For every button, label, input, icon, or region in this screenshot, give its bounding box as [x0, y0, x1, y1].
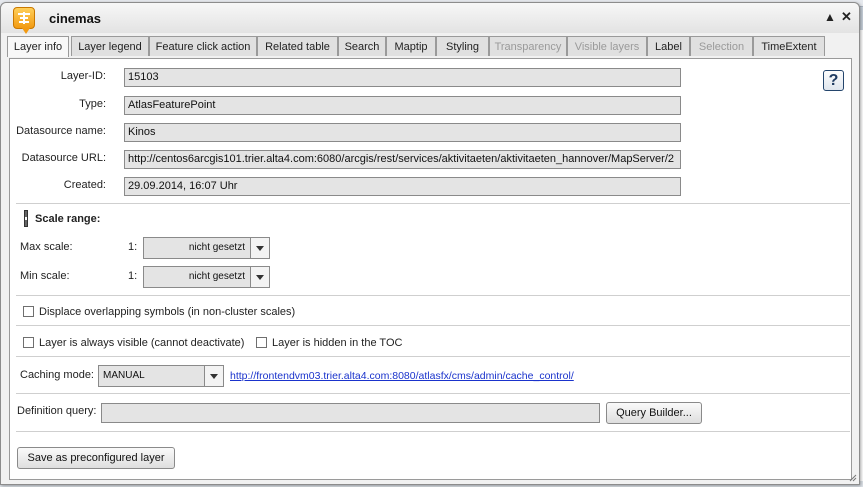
always-visible-checkbox[interactable] [23, 337, 34, 348]
datasource-name-field: Kinos [124, 123, 681, 142]
min-scale-label: Min scale: [20, 270, 70, 282]
min-scale-value: nicht gesetzt [188, 271, 245, 282]
scale-range-heading: Scale range: [35, 213, 101, 225]
tab-label[interactable]: Label [647, 36, 690, 56]
layer-info-panel: ? Layer-ID: 15103 Type: AtlasFeaturePoin… [9, 58, 852, 480]
max-scale-label: Max scale: [20, 241, 73, 253]
scale-range-grip-icon [24, 210, 28, 227]
created-field: 29.09.2014, 16:07 Uhr [124, 177, 681, 196]
tab-time-extent[interactable]: TimeExtent [753, 36, 825, 56]
collapse-icon[interactable]: ▲ [824, 10, 836, 24]
definition-query-input[interactable] [101, 403, 600, 423]
close-icon[interactable]: ✕ [841, 9, 852, 25]
max-scale-value: nicht gesetzt [188, 242, 245, 253]
resize-grip-icon[interactable] [849, 474, 857, 482]
help-button[interactable]: ? [823, 70, 844, 91]
type-label: Type: [79, 98, 106, 110]
max-scale-prefix: 1: [128, 241, 138, 253]
datasource-url-field: http://centos6arcgis101.trier.alta4.com:… [124, 150, 681, 169]
min-scale-prefix: 1: [128, 270, 138, 282]
window-title: cinemas [49, 11, 102, 26]
tab-maptip[interactable]: Maptip [386, 36, 436, 56]
layer-id-label: Layer-ID: [60, 70, 106, 82]
type-field: AtlasFeaturePoint [124, 96, 681, 115]
max-scale-select[interactable]: nicht gesetzt [143, 237, 270, 259]
layer-dialog: cinemas ▲ ✕ Layer info Layer legend Feat… [0, 2, 860, 485]
tab-layer-legend[interactable]: Layer legend [71, 36, 149, 56]
tab-feature-click-action[interactable]: Feature click action [149, 36, 257, 56]
divider [16, 393, 850, 394]
divider [16, 203, 850, 204]
always-visible-label: Layer is always visible (cannot deactiva… [39, 337, 245, 349]
divider [16, 356, 850, 357]
tab-layer-info[interactable]: Layer info [7, 36, 69, 57]
datasource-url-label: Datasource URL: [21, 152, 106, 164]
chevron-down-icon[interactable] [250, 238, 269, 258]
query-builder-button[interactable]: Query Builder... [606, 402, 702, 424]
save-preconfigured-layer-button[interactable]: Save as preconfigured layer [17, 447, 175, 469]
tab-styling[interactable]: Styling [436, 36, 489, 56]
tab-visible-layers: Visible layers [567, 36, 647, 56]
created-label: Created: [63, 179, 106, 191]
caching-mode-value: MANUAL [103, 370, 145, 381]
tab-transparency: Transparency [489, 36, 567, 56]
tab-search[interactable]: Search [338, 36, 386, 56]
chevron-down-icon[interactable] [250, 267, 269, 287]
layer-id-field: 15103 [124, 68, 681, 87]
caching-mode-label: Caching mode: [20, 369, 94, 381]
datasource-name-label: Datasource name: [16, 125, 106, 137]
divider [16, 295, 850, 296]
tab-selection: Selection [690, 36, 753, 56]
hidden-toc-checkbox[interactable] [256, 337, 267, 348]
title-bar[interactable]: cinemas ▲ ✕ [1, 3, 859, 34]
cache-control-link[interactable]: http://frontendvm03.trier.alta4.com:8080… [230, 370, 574, 382]
divider [16, 325, 850, 326]
tab-related-table[interactable]: Related table [257, 36, 338, 56]
min-scale-select[interactable]: nicht gesetzt [143, 266, 270, 288]
divider [16, 431, 850, 432]
chevron-down-icon[interactable] [204, 366, 223, 386]
hidden-toc-label: Layer is hidden in the TOC [272, 337, 403, 349]
displace-symbols-checkbox[interactable] [23, 306, 34, 317]
displace-symbols-label: Displace overlapping symbols (in non-clu… [39, 306, 296, 318]
app-icon [13, 7, 35, 34]
caching-mode-select[interactable]: MANUAL [98, 365, 224, 387]
definition-query-label: Definition query: [17, 405, 97, 417]
